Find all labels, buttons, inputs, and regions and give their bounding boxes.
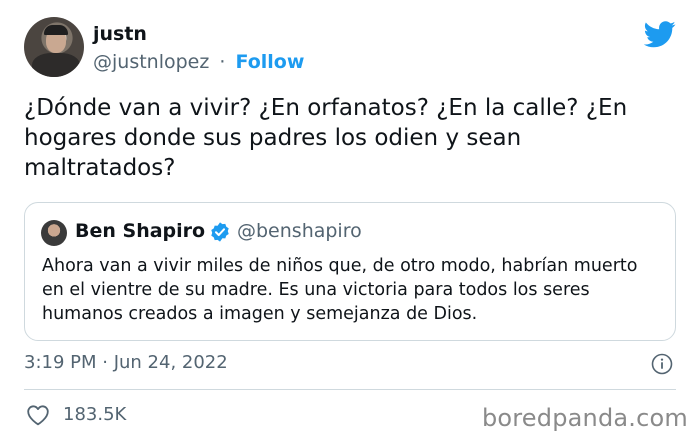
verified-badge-icon: [211, 222, 229, 242]
handle-separator: ·: [219, 51, 226, 73]
follow-button[interactable]: Follow: [235, 51, 304, 73]
quoted-author-avatar[interactable]: [41, 220, 67, 246]
watermark: boredpanda.com: [481, 404, 688, 432]
tweet-header: justn @justnlopez · Follow: [24, 17, 676, 81]
quoted-author-handle[interactable]: @benshapiro: [237, 220, 362, 242]
tweet-body: ¿Dónde van a vivir? ¿En orfanatos? ¿En l…: [24, 95, 628, 181]
quoted-author-name[interactable]: Ben Shapiro: [75, 220, 205, 242]
quoted-tweet[interactable]: Ben Shapiro @benshapiro Ahora van a vivi…: [24, 202, 676, 341]
heart-icon[interactable]: [26, 404, 50, 426]
like-count: 183.5K: [63, 404, 127, 425]
tweet-timestamp[interactable]: 3:19 PM · Jun 24, 2022: [24, 352, 228, 373]
author-name[interactable]: justn: [93, 23, 147, 45]
info-icon[interactable]: [651, 353, 673, 375]
author-handle-row: @justnlopez · Follow: [93, 51, 304, 73]
twitter-bird-icon[interactable]: [644, 21, 676, 48]
quoted-tweet-text: Ahora van a vivir miles de niños que, de…: [42, 256, 638, 324]
author-avatar[interactable]: [24, 17, 84, 77]
divider: [24, 389, 676, 390]
author-handle[interactable]: @justnlopez: [93, 51, 209, 73]
